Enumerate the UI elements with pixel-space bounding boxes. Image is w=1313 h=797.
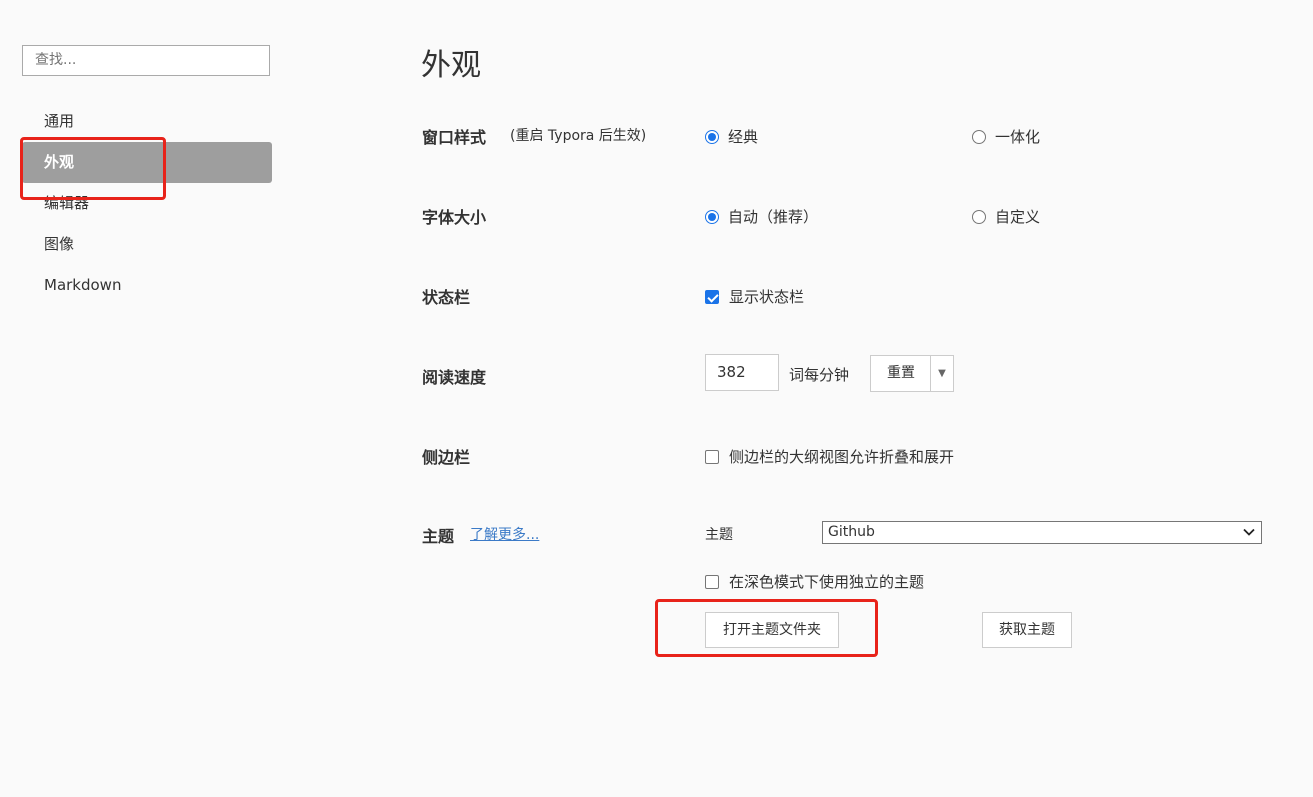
chevron-down-icon	[1243, 528, 1255, 536]
highlight-box	[655, 599, 878, 657]
reset-button[interactable]: 重置	[870, 355, 931, 392]
dark-mode-theme-checkbox[interactable]: 在深色模式下使用独立的主题	[705, 571, 924, 592]
highlight-box	[20, 137, 166, 200]
theme-label: 主题	[422, 527, 455, 546]
checkbox-label: 显示状态栏	[729, 288, 805, 306]
radio-label: 自定义	[995, 208, 1041, 226]
radio-label: 经典	[728, 128, 759, 146]
radio-label: 自动（推荐）	[728, 208, 819, 226]
search-field[interactable]	[22, 45, 270, 76]
sidebar-item-label: Markdown	[44, 276, 122, 294]
page-title: 外观	[421, 48, 481, 83]
status-bar-label: 状态栏	[422, 288, 471, 307]
theme-select-label: 主题	[705, 527, 733, 543]
window-style-note: (重启 Typora 后生效)	[510, 128, 647, 144]
radio-icon	[705, 129, 719, 144]
font-size-auto-radio[interactable]: 自动（推荐）	[705, 206, 818, 227]
theme-select-value: Github	[828, 524, 875, 540]
chevron-down-icon: ▼	[938, 368, 946, 379]
font-size-label: 字体大小	[422, 208, 487, 227]
learn-more-link[interactable]: 了解更多...	[470, 524, 539, 544]
sidebar-item-general[interactable]: 通用	[22, 101, 272, 142]
window-style-unified-radio[interactable]: 一体化	[972, 126, 1040, 147]
sidebar-item-label: 通用	[44, 112, 75, 130]
reading-speed-unit: 词每分钟	[789, 366, 850, 384]
radio-label: 一体化	[995, 128, 1041, 146]
checkbox-icon	[705, 574, 719, 589]
sidebar-setting-label: 侧边栏	[422, 448, 471, 467]
radio-icon	[705, 209, 719, 224]
outline-collapse-checkbox[interactable]: 侧边栏的大纲视图允许折叠和展开	[705, 446, 954, 467]
reading-speed-input[interactable]: 382	[705, 354, 779, 391]
get-themes-button[interactable]: 获取主题	[982, 612, 1072, 648]
radio-icon	[972, 129, 986, 144]
checkbox-icon	[705, 289, 719, 304]
sidebar-item-label: 图像	[44, 235, 75, 253]
checkbox-icon	[705, 449, 719, 464]
radio-icon	[972, 209, 986, 224]
checkbox-label: 在深色模式下使用独立的主题	[729, 573, 925, 591]
reading-speed-label: 阅读速度	[422, 368, 487, 387]
sidebar-item-image[interactable]: 图像	[22, 224, 272, 265]
sidebar-item-markdown[interactable]: Markdown	[22, 265, 272, 306]
show-status-bar-checkbox[interactable]: 显示状态栏	[705, 286, 804, 307]
window-style-classic-radio[interactable]: 经典	[705, 126, 758, 147]
checkbox-label: 侧边栏的大纲视图允许折叠和展开	[729, 448, 955, 466]
search-input[interactable]	[35, 52, 257, 68]
window-style-label: 窗口样式	[422, 128, 487, 147]
reset-dropdown-button[interactable]: ▼	[930, 355, 954, 392]
theme-select[interactable]: Github	[822, 521, 1262, 544]
font-size-custom-radio[interactable]: 自定义	[972, 206, 1040, 227]
